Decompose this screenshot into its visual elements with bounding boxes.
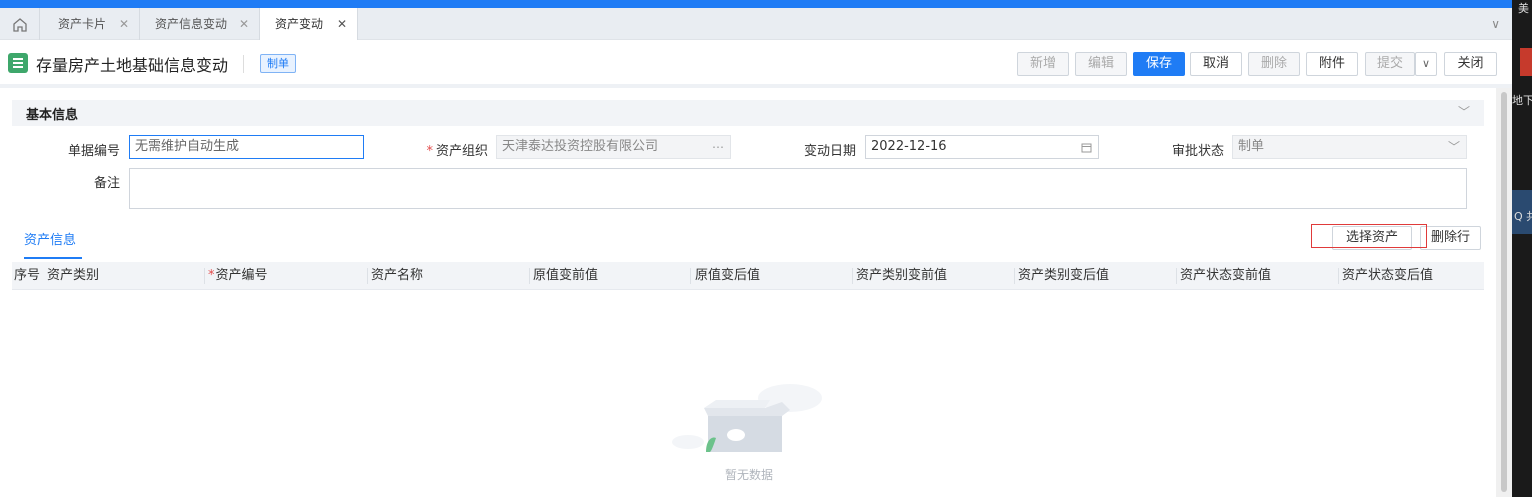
col-category-after: 资产类别变后值 <box>1018 268 1110 283</box>
page-header: 存量房产土地基础信息变动 制单 新增 编辑 保存 取消 删除 附件 提交 ∨ 关… <box>0 40 1512 88</box>
strip-text-1: 美 <box>1518 2 1529 15</box>
change-date-label: 变动日期 <box>803 144 856 159</box>
tab-asset-change-label: 资产变动 <box>275 17 324 31</box>
tab-asset-card-label: 资产卡片 <box>58 17 107 31</box>
approval-status-label: 审批状态 <box>1171 144 1224 159</box>
close-button[interactable]: 关闭 <box>1444 52 1497 76</box>
cancel-button[interactable]: 取消 <box>1190 52 1242 76</box>
col-status-before: 资产状态变前值 <box>1180 268 1272 283</box>
close-icon[interactable]: ✕ <box>337 8 347 40</box>
background-window-strip: 美 地下 Q 共 <box>1512 0 1532 497</box>
col-seq: 序号 <box>14 268 41 283</box>
empty-illustration <box>670 380 830 455</box>
col-value-before: 原值变前值 <box>533 268 599 283</box>
submit-button[interactable]: 提交 <box>1365 52 1415 76</box>
tab-bar: 资产卡片 ✕ 资产信息变动 ✕ 资产变动 ✕ ∨ <box>0 8 1512 40</box>
strip-text-3: Q 共 <box>1514 210 1532 223</box>
column-divider <box>1014 268 1015 284</box>
doc-no-input[interactable]: 无需维护自动生成 <box>129 135 364 159</box>
remark-textarea[interactable] <box>129 168 1467 209</box>
empty-text: 暂无数据 <box>724 468 773 482</box>
col-asset-no: *资产编号 <box>208 262 268 290</box>
col-asset-name: 资产名称 <box>371 268 424 283</box>
column-divider <box>690 268 691 284</box>
divider <box>243 55 244 73</box>
tab-asset-info-change[interactable]: 资产信息变动 ✕ <box>140 8 260 40</box>
add-button[interactable]: 新增 <box>1017 52 1069 76</box>
top-accent-bar <box>0 0 1512 8</box>
vertical-scrollbar[interactable] <box>1496 88 1512 497</box>
column-divider <box>852 268 853 284</box>
required-mark: * <box>426 144 433 159</box>
doc-no-label: 单据编号 <box>67 144 120 159</box>
basic-info-header[interactable]: 基本信息 ﹀ <box>12 100 1484 126</box>
delete-row-button[interactable]: 删除行 <box>1420 226 1481 250</box>
delete-button[interactable]: 删除 <box>1248 52 1300 76</box>
highlight-box <box>1311 224 1427 248</box>
strip-text-2: 地下 <box>1512 94 1532 107</box>
col-asset-no-label: 资产编号 <box>215 268 268 283</box>
asset-org-label: * 资产组织 <box>408 140 488 159</box>
required-mark: * <box>208 268 215 283</box>
change-date-value: 2022-12-16 <box>871 139 947 154</box>
tab-asset-change[interactable]: 资产变动 ✕ <box>260 8 358 40</box>
edit-button[interactable]: 编辑 <box>1075 52 1127 76</box>
col-status-after: 资产状态变后值 <box>1342 268 1434 283</box>
approval-status-select: 制单 ﹀ <box>1232 135 1467 159</box>
table-header: 序号 资产类别 *资产编号 资产名称 原值变前值 原值变后值 资产类别变前值 资… <box>12 262 1484 290</box>
doc-no-placeholder: 无需维护自动生成 <box>135 139 240 154</box>
asset-org-input[interactable]: 天津泰达投资控股有限公司 ⋯ <box>496 135 731 159</box>
column-divider <box>367 268 368 284</box>
remark-label: 备注 <box>93 176 120 191</box>
save-button[interactable]: 保存 <box>1133 52 1185 76</box>
col-asset-category: 资产类别 <box>47 268 100 283</box>
asset-org-label-text: 资产组织 <box>435 144 488 159</box>
submit-dropdown-button[interactable]: ∨ <box>1415 52 1437 76</box>
home-icon <box>12 17 27 32</box>
attach-button[interactable]: 附件 <box>1306 52 1358 76</box>
close-icon[interactable]: ✕ <box>119 8 129 40</box>
more-icon[interactable]: ⋯ <box>712 136 724 158</box>
tab-asset-card[interactable]: 资产卡片 ✕ <box>40 8 140 40</box>
column-divider <box>529 268 530 284</box>
column-divider <box>1176 268 1177 284</box>
tab-home[interactable] <box>0 8 40 40</box>
chevron-down-icon: ﹀ <box>1447 140 1460 154</box>
col-value-after: 原值变后值 <box>695 268 761 283</box>
app-icon <box>1520 48 1532 76</box>
calendar-icon[interactable] <box>1081 136 1092 158</box>
column-divider <box>1338 268 1339 284</box>
chevron-down-icon[interactable]: ∨ <box>1491 8 1500 40</box>
page-title: 存量房产土地基础信息变动 <box>36 56 229 75</box>
tab-asset-info-change-label: 资产信息变动 <box>155 17 228 31</box>
column-divider <box>204 268 205 284</box>
approval-status-value: 制单 <box>1238 139 1265 154</box>
section-title: 基本信息 <box>26 108 79 123</box>
col-category-before: 资产类别变前值 <box>856 268 948 283</box>
close-icon[interactable]: ✕ <box>239 8 249 40</box>
change-date-input[interactable]: 2022-12-16 <box>865 135 1099 159</box>
status-badge: 制单 <box>260 54 296 73</box>
asset-org-value: 天津泰达投资控股有限公司 <box>502 139 659 154</box>
scrollbar-thumb[interactable] <box>1501 92 1507 492</box>
tab-asset-info[interactable]: 资产信息 <box>24 229 76 248</box>
active-tab-indicator <box>24 257 82 259</box>
document-icon <box>8 53 28 73</box>
chevron-down-icon[interactable]: ﹀ <box>1458 103 1470 120</box>
